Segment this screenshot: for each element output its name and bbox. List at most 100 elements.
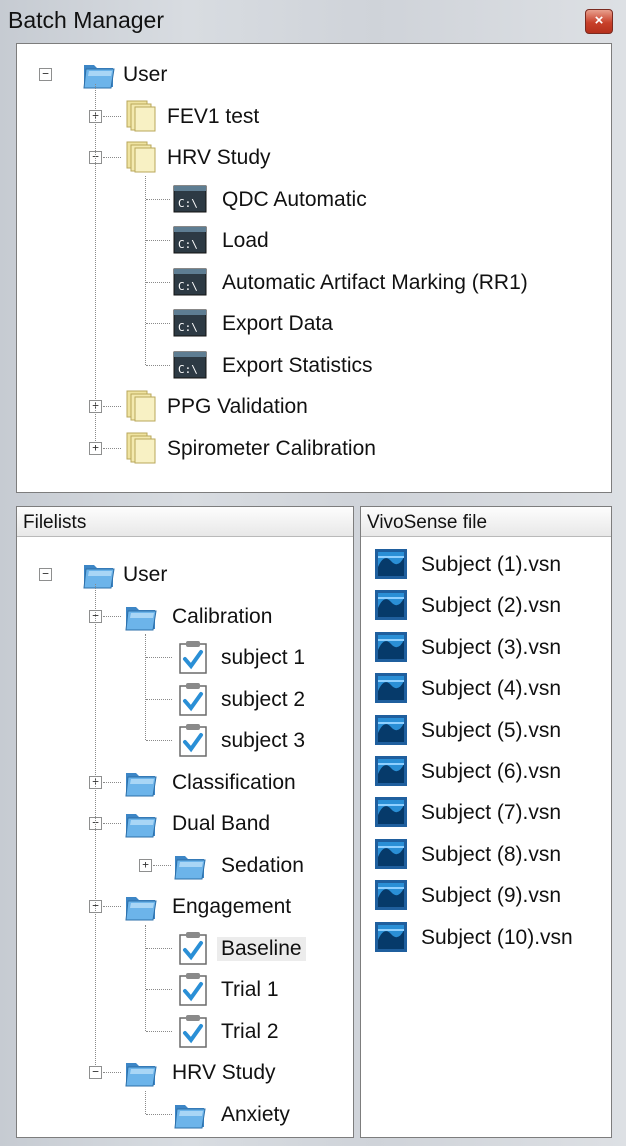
tree-connector xyxy=(145,634,146,740)
collapse-minus-icon[interactable]: − xyxy=(39,568,52,581)
batch-stack-icon xyxy=(123,389,159,423)
tree-connector xyxy=(103,823,121,824)
command-prompt-icon: C:\ xyxy=(172,348,208,382)
filelist-folder-dual-band-label: Dual Band xyxy=(172,812,271,835)
folder-icon xyxy=(123,599,159,633)
folder-icon xyxy=(123,806,159,840)
filelist-item-subject-3-label: subject 3 xyxy=(221,729,306,752)
collapse-minus-icon[interactable]: − xyxy=(89,1066,102,1079)
vsn-file-name: Subject (3).vsn xyxy=(421,635,562,659)
batch-item-hrv-study-label: HRV Study xyxy=(167,146,271,169)
tree-connector xyxy=(146,240,170,241)
vsn-file-icon xyxy=(373,713,409,747)
batch-command-qdc-automatic-label: QDC Automatic xyxy=(222,187,367,211)
batch-item-fev1-test-label: FEV1 test xyxy=(167,104,260,128)
filelists-header[interactable]: Filelists xyxy=(17,507,353,537)
window-title: Batch Manager xyxy=(8,7,164,33)
batch-stack-icon xyxy=(123,140,159,174)
svg-text:C:\: C:\ xyxy=(178,321,198,334)
tree-connector xyxy=(146,281,170,283)
vsn-file-name: Subject (7).vsn xyxy=(421,801,562,825)
tree-connector xyxy=(145,924,146,1031)
tree-connector xyxy=(146,1030,172,1032)
vsn-file-icon xyxy=(373,920,409,954)
tree-connector xyxy=(146,740,172,741)
svg-text:C:\: C:\ xyxy=(178,280,198,293)
filelist-folder-engagement-label: Engagement xyxy=(172,895,292,918)
tree-connector xyxy=(146,198,170,200)
batch-command-export-statistics-label: Export Statistics xyxy=(222,353,373,377)
vivosense-file-header[interactable]: VivoSense file xyxy=(361,507,611,537)
tree-connector xyxy=(145,1090,146,1114)
vsn-file-icon xyxy=(373,878,409,912)
vsn-file-name: Subject (6).vsn xyxy=(421,760,562,783)
vsn-file-name: Subject (2).vsn xyxy=(421,594,562,618)
folder-icon xyxy=(123,765,159,799)
command-prompt-icon: C:\ xyxy=(172,306,208,340)
checklist-icon xyxy=(174,723,210,757)
checklist-icon xyxy=(174,972,210,1006)
checklist-icon xyxy=(174,931,210,965)
vsn-file-name: Subject (1).vsn xyxy=(421,553,562,576)
vivosense-files-panel: VivoSense file Subject (1).vsn Subject (2… xyxy=(360,506,612,1138)
tree-connector xyxy=(95,84,96,441)
tree-connector xyxy=(146,989,172,990)
filelist-item-subject-2-label: subject 2 xyxy=(221,687,306,711)
checklist-icon xyxy=(174,640,210,674)
checklist-icon xyxy=(174,1014,210,1048)
vsn-file-name: Subject (4).vsn xyxy=(421,677,562,701)
tree-connector xyxy=(103,615,121,617)
tree-connector xyxy=(146,947,172,949)
title-bar: Batch Manager × xyxy=(0,0,626,42)
batch-tree-panel: − User + FEV1 test − HRV Study C:\ QDC Automati… xyxy=(16,43,612,493)
batch-root-user-label: User xyxy=(123,63,168,86)
folder-icon xyxy=(123,889,159,923)
filelist-folder-hrv-study-label: HRV Study xyxy=(172,1061,276,1084)
vsn-file-name: Subject (10).vsn xyxy=(421,925,573,949)
vsn-file-icon xyxy=(373,588,409,622)
command-prompt-icon: C:\ xyxy=(172,182,208,216)
tree-connector xyxy=(146,323,170,324)
folder-icon xyxy=(172,1097,208,1131)
vsn-file-name: Subject (8).vsn xyxy=(421,842,562,866)
filelist-folder-classification-label: Classification xyxy=(172,770,296,794)
filelist-folder-anxiety-label: Anxiety xyxy=(221,1102,290,1126)
vsn-file-name: Subject (9).vsn xyxy=(421,884,562,908)
batch-item-ppg-validation-label: PPG Validation xyxy=(167,395,308,418)
filelist-folder-sedation-label: Sedation xyxy=(221,853,304,877)
filelist-root-user-label: User xyxy=(123,563,168,586)
tree-connector xyxy=(146,364,170,366)
svg-text:C:\: C:\ xyxy=(178,197,198,210)
folder-icon xyxy=(81,557,117,591)
tree-connector xyxy=(103,906,121,907)
vsn-file-icon xyxy=(373,795,409,829)
filelist-item-baseline-label: Baseline xyxy=(217,936,306,961)
vsn-file-icon xyxy=(373,630,409,664)
vsn-file-icon xyxy=(373,754,409,788)
tree-connector xyxy=(103,406,121,407)
expand-plus-icon[interactable]: + xyxy=(89,441,102,455)
vsn-file-icon xyxy=(373,671,409,705)
tree-connector xyxy=(146,657,172,658)
folder-icon xyxy=(172,848,208,882)
tree-connector xyxy=(103,447,121,449)
tree-connector xyxy=(146,1113,172,1115)
batch-command-export-data-label: Export Data xyxy=(222,312,333,335)
close-button[interactable]: × xyxy=(585,9,613,34)
filelists-panel: Filelists − User − Calibration subject 1 subj… xyxy=(16,506,354,1138)
filelist-item-subject-1-label: subject 1 xyxy=(221,646,306,669)
tree-connector xyxy=(153,864,171,866)
svg-text:C:\: C:\ xyxy=(178,238,198,251)
tree-connector xyxy=(145,175,146,365)
vsn-file-name: Subject (5).vsn xyxy=(421,718,562,742)
tree-connector xyxy=(103,157,121,158)
svg-text:C:\: C:\ xyxy=(178,363,198,376)
command-prompt-icon: C:\ xyxy=(172,223,208,257)
batch-manager-window: Batch Manager × − User + FEV1 test − HRV Stud… xyxy=(0,0,626,1146)
filelist-folder-calibration-label: Calibration xyxy=(172,604,273,628)
batch-command-load-label: Load xyxy=(222,229,269,252)
collapse-minus-icon[interactable]: − xyxy=(39,68,52,81)
tree-connector xyxy=(103,781,121,783)
expand-plus-icon[interactable]: + xyxy=(139,858,152,872)
tree-connector xyxy=(103,1072,121,1073)
